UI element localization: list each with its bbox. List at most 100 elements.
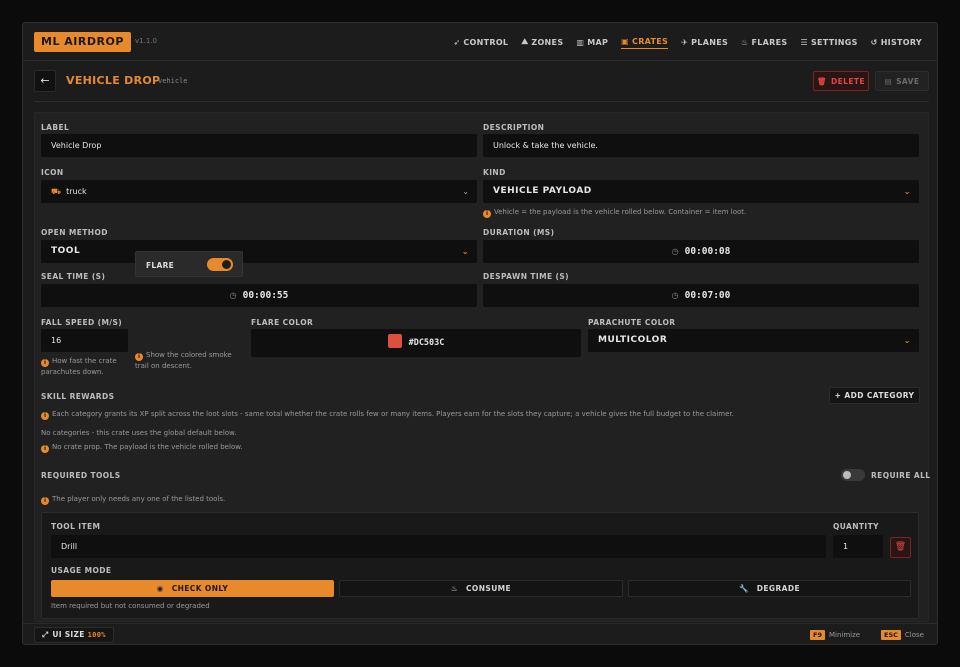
info-icon: i xyxy=(41,359,49,367)
seal-time-label: SEAL TIME (S) xyxy=(41,272,106,281)
wrench-icon: 🔧 xyxy=(739,584,749,593)
quantity-label: QUANTITY xyxy=(833,522,879,531)
footer-bar: ⤢ UI SIZE 100% F9 Minimize ESC Close xyxy=(23,623,937,644)
version-label: v1.1.0 xyxy=(135,37,157,45)
save-button[interactable]: ▤ SAVE xyxy=(875,71,929,91)
flare-label: FLARE xyxy=(146,261,175,270)
flare-color-picker[interactable]: #DC503C xyxy=(251,329,581,357)
open-method-label: OPEN METHOD xyxy=(41,228,108,237)
resize-icon: ⤢ xyxy=(42,630,49,639)
parachute-color-select[interactable]: MULTICOLOR ⌄ xyxy=(588,329,919,352)
label-input[interactable]: Vehicle Drop xyxy=(41,134,477,157)
info-icon: i xyxy=(41,445,49,453)
minimize-key: F9 xyxy=(810,630,825,640)
usage-mode-hint: Item required but not consumed or degrad… xyxy=(51,602,210,610)
crate-icon: ▣ xyxy=(621,37,630,46)
plane-icon: ✈ xyxy=(681,37,689,47)
usage-mode-label: USAGE MODE xyxy=(51,566,112,575)
page-slug: vehicle xyxy=(158,77,188,85)
tool-item-input[interactable]: Drill xyxy=(51,535,826,558)
flare-hint: i Show the colored smoke trail on descent… xyxy=(135,351,232,370)
nav-flares[interactable]: ♨ FLARES xyxy=(741,36,787,49)
nav-history[interactable]: ↺ HISTORY xyxy=(871,36,922,49)
duration-input[interactable]: ◷ 00:00:08 xyxy=(483,240,919,263)
skill-rewards-empty: No categories - this crate uses the glob… xyxy=(41,429,237,437)
history-icon: ↺ xyxy=(870,37,878,47)
fall-speed-label: FALL SPEED (M/S) xyxy=(41,318,123,327)
info-icon: i xyxy=(483,210,491,218)
description-field-label: DESCRIPTION xyxy=(483,123,545,132)
truck-icon: ⛟ xyxy=(51,187,62,196)
nav-zones[interactable]: ⛰ ZONES xyxy=(521,36,563,49)
despawn-time-label: DESPAWN TIME (S) xyxy=(483,272,569,281)
quantity-input[interactable]: 1 xyxy=(833,535,883,558)
kind-select[interactable]: VEHICLE PAYLOAD ⌄ xyxy=(483,180,919,203)
ui-size-button[interactable]: ⤢ UI SIZE 100% xyxy=(34,627,114,643)
app-window: ML AIRDROP v1.1.0 ➶ CONTROL ⛰ ZONES ▥ MAP ▣… xyxy=(22,22,938,645)
description-input[interactable]: Unlock & take the vehicle. xyxy=(483,134,919,157)
parachute-color-label: PARACHUTE COLOR xyxy=(588,318,676,327)
add-category-button[interactable]: + ADD CATEGORY xyxy=(829,387,920,404)
back-button[interactable]: ← xyxy=(34,70,56,92)
despawn-time-input[interactable]: ◷ 00:07:00 xyxy=(483,284,919,307)
mode-check-only-button[interactable]: ◉ CHECK ONLY xyxy=(51,580,334,597)
trash-icon: 🗑 xyxy=(817,76,828,86)
nav-map[interactable]: ▥ MAP xyxy=(576,36,608,49)
require-all-label: REQUIRE ALL xyxy=(871,471,931,480)
toggle-knob xyxy=(222,260,231,269)
clock-icon: ◷ xyxy=(671,247,679,256)
kind-field-label: KIND xyxy=(483,168,506,177)
floppy-icon: ▤ xyxy=(884,76,893,86)
info-icon: i xyxy=(41,497,49,505)
icon-field-label: ICON xyxy=(41,168,64,177)
skill-rewards-title: SKILL REWARDS xyxy=(41,392,115,401)
fall-speed-input[interactable]: 16 xyxy=(41,329,128,352)
flare-toggle[interactable] xyxy=(207,258,233,271)
info-icon: i xyxy=(135,353,143,361)
clock-icon: ◷ xyxy=(229,291,237,300)
mode-degrade-button[interactable]: 🔧 DEGRADE xyxy=(628,580,911,597)
nav-control[interactable]: ➶ CONTROL xyxy=(453,36,508,49)
top-bar: ML AIRDROP v1.1.0 ➶ CONTROL ⛰ ZONES ▥ MAP ▣… xyxy=(23,23,937,61)
mode-consume-button[interactable]: ♨ CONSUME xyxy=(339,580,623,597)
chevron-down-icon: ⌄ xyxy=(903,187,911,196)
duration-label: DURATION (MS) xyxy=(483,228,555,237)
remove-tool-button[interactable]: 🗑 xyxy=(890,537,911,558)
flame-icon: ♨ xyxy=(741,37,749,47)
toggle-knob xyxy=(843,471,851,479)
required-tools-title: REQUIRED TOOLS xyxy=(41,471,121,480)
close-key: ESC xyxy=(881,630,901,640)
flare-toggle-box: FLARE xyxy=(135,251,243,277)
info-icon: i xyxy=(41,412,49,420)
main-nav: ➶ CONTROL ⛰ ZONES ▥ MAP ▣ CRATES ✈ PLANES ♨ FL… xyxy=(453,23,922,61)
color-swatch xyxy=(387,334,402,348)
minimize-hint: F9 Minimize xyxy=(810,630,860,640)
header-divider xyxy=(34,101,929,102)
chevron-down-icon: ⌄ xyxy=(903,336,911,345)
ui-size-value: 100% xyxy=(87,631,106,639)
trash-icon: 🗑 xyxy=(894,542,907,552)
brand-logo: ML AIRDROP xyxy=(34,32,131,52)
open-method-select[interactable]: TOOL ⌄ xyxy=(41,240,477,263)
required-tools-info: i The player only needs any one of the li… xyxy=(41,494,225,505)
clock-icon: ◷ xyxy=(671,291,679,300)
nav-crates[interactable]: ▣ CRATES xyxy=(621,36,669,49)
icon-select[interactable]: ⛟ truck ⌄ xyxy=(41,180,477,203)
page-title: VEHICLE DROP xyxy=(66,74,161,87)
nav-planes[interactable]: ✈ PLANES xyxy=(681,36,728,49)
delete-button[interactable]: 🗑 DELETE xyxy=(813,71,869,91)
require-all-toggle[interactable] xyxy=(841,469,865,481)
zones-icon: ⛰ xyxy=(521,37,529,46)
rocket-icon: ➶ xyxy=(453,37,461,47)
label-field-label: LABEL xyxy=(41,123,70,132)
eye-icon: ◉ xyxy=(156,584,164,593)
kind-hint: i Vehicle = the payload is the vehicle ro… xyxy=(483,207,746,218)
seal-time-input[interactable]: ◷ 00:00:55 xyxy=(41,284,477,307)
flare-color-label: FLARE COLOR xyxy=(251,318,314,327)
arrow-left-icon: ← xyxy=(40,74,50,87)
map-icon: ▥ xyxy=(576,37,585,47)
tool-item-label: TOOL ITEM xyxy=(51,522,101,531)
close-hint[interactable]: ESC Close xyxy=(881,630,924,640)
nav-settings[interactable]: ☰ SETTINGS xyxy=(800,36,857,49)
flame-icon: ♨ xyxy=(450,584,459,593)
